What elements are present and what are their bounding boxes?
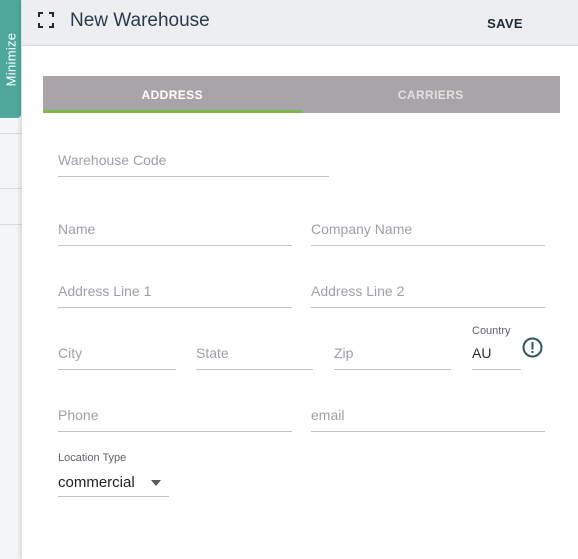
country-input[interactable] xyxy=(472,343,521,370)
country-label: Country xyxy=(472,325,511,337)
phone-input[interactable] xyxy=(58,405,292,432)
tab-carriers[interactable]: CARRIERS xyxy=(302,76,561,113)
minimize-label: Minimize xyxy=(3,32,18,86)
location-type-label: Location Type xyxy=(58,452,127,464)
location-type-value: commercial xyxy=(58,474,135,491)
save-button[interactable]: SAVE xyxy=(478,13,532,33)
zip-input[interactable] xyxy=(334,343,451,370)
panel-header: New Warehouse SAVE xyxy=(22,0,578,46)
name-input[interactable] xyxy=(58,219,292,246)
new-warehouse-panel: New Warehouse SAVE ADDRESS CARRIERS Coun… xyxy=(22,0,578,559)
background-divider xyxy=(0,133,22,134)
address-line-1-input[interactable] xyxy=(58,281,292,308)
country-field xyxy=(472,343,521,370)
info-icon[interactable] xyxy=(522,337,543,358)
zip-field xyxy=(334,343,451,370)
tab-bar: ADDRESS CARRIERS xyxy=(43,76,560,113)
minimize-tab[interactable]: Minimize xyxy=(0,0,21,118)
warehouse-code-field xyxy=(58,150,329,177)
company-name-field xyxy=(311,219,545,246)
company-name-input[interactable] xyxy=(311,219,545,246)
email-field xyxy=(311,405,545,432)
background-divider xyxy=(0,224,22,225)
email-input[interactable] xyxy=(311,405,545,432)
chevron-down-icon xyxy=(151,480,161,486)
phone-field xyxy=(58,405,292,432)
address-line-1-field xyxy=(58,281,292,308)
tab-address[interactable]: ADDRESS xyxy=(43,76,302,113)
city-field xyxy=(58,343,176,370)
address-line-2-field xyxy=(311,281,545,308)
state-input[interactable] xyxy=(196,343,313,370)
city-input[interactable] xyxy=(58,343,176,370)
expand-icon[interactable] xyxy=(38,12,54,28)
address-line-2-input[interactable] xyxy=(311,281,545,308)
state-field xyxy=(196,343,313,370)
name-field xyxy=(58,219,292,246)
page-title: New Warehouse xyxy=(70,10,210,31)
warehouse-code-input[interactable] xyxy=(58,150,329,177)
location-type-select[interactable]: commercial xyxy=(58,472,169,497)
background-divider xyxy=(0,188,22,189)
